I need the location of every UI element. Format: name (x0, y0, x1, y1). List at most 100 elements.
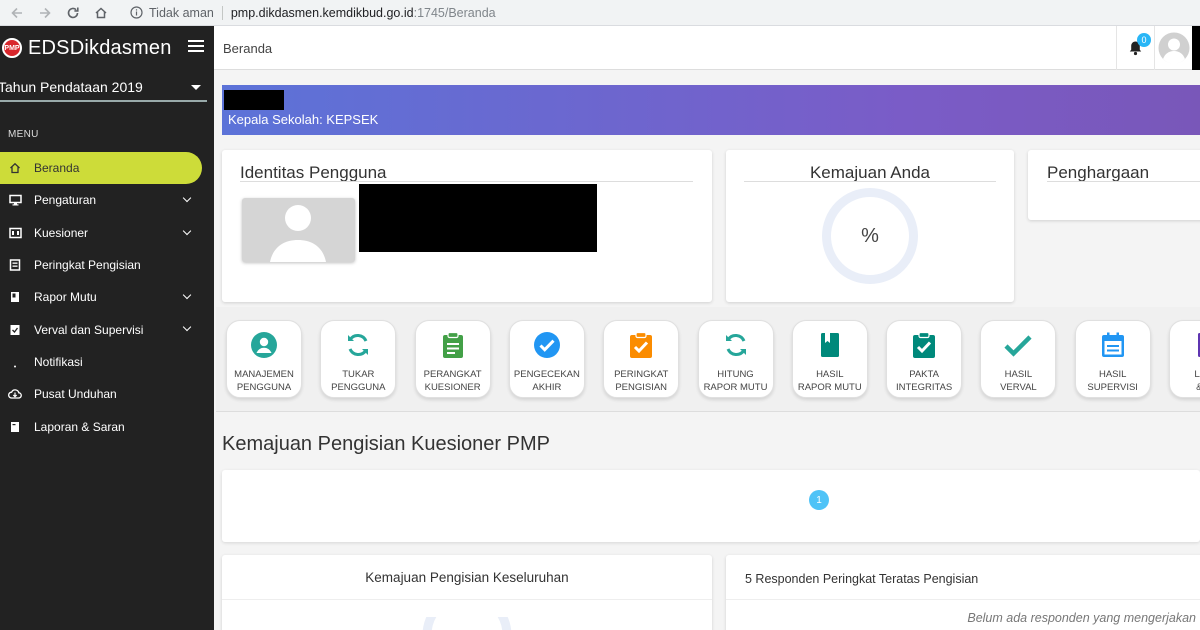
shortcut-label-line2: PENGISIAN (615, 382, 668, 393)
sidebar-item-kuesioner[interactable]: Kuesioner (0, 217, 214, 249)
brand[interactable]: PMP EDSDikdasmen (0, 26, 214, 70)
shortcut-label: MANAJEMEN PENGGUNA (227, 368, 301, 394)
top-respondents-card: 5 Responden Peringkat Teratas Pengisian … (726, 555, 1200, 630)
home-icon (95, 6, 107, 18)
user-role: Kepala Sekolah: KEPSEK (228, 112, 379, 127)
reload-button[interactable] (62, 2, 84, 24)
topbar: Beranda 0 (214, 26, 1200, 70)
shortcut-label-line2: RAPOR MUTU (703, 382, 768, 393)
clipboard-check-icon (909, 330, 939, 360)
sidebar-item-beranda[interactable]: Beranda (0, 152, 202, 185)
shortcut-label-line2: AKHIR (532, 382, 562, 393)
shortcut-hasil-verval[interactable]: HASIL VERVAL (980, 320, 1057, 398)
overall-progress-title: Kemajuan Pengisian Keseluruhan (365, 570, 569, 585)
sidebar-item-laporan-saran[interactable]: Laporan & Saran (0, 410, 214, 442)
section-title: Kemajuan Pengisian Kuesioner PMP (222, 433, 550, 455)
shortcut-hasil-rapor-mutu[interactable]: HASIL RAPOR MUTU (791, 320, 868, 398)
user-menu-button[interactable] (1154, 26, 1192, 70)
shortcut-label-line2: RAPOR MUTU (797, 382, 862, 393)
shortcut-label-line2: VERVAL (1000, 382, 1037, 393)
url-host: pmp.dikdasmen.kemdikbud.go.id (230, 5, 414, 20)
notification-button[interactable]: 0 (1116, 26, 1154, 70)
identity-card: Identitas Pengguna (222, 150, 712, 302)
brand-name: EDSDikdasmen (28, 36, 172, 59)
clipboard-check-icon (626, 330, 656, 360)
shortcut-label-line2: SUPERVISI (1087, 382, 1138, 393)
sidebar-item-notifikasi[interactable]: Notifikasi (0, 346, 214, 378)
awards-divider (1047, 181, 1200, 182)
sidebar-item-rapor-mutu[interactable]: Rapor Mutu (0, 281, 214, 313)
check-circle-icon (532, 330, 562, 360)
sidebar-item-label: Kuesioner (34, 225, 89, 240)
back-button[interactable] (6, 2, 28, 24)
shortcut-peringkat-pengisian[interactable]: PERINGKAT PENGISIAN (603, 320, 680, 398)
ranking-icon (8, 258, 22, 272)
questionnaire-progress-panel: 1 (222, 470, 1200, 542)
top-respondents-divider (726, 599, 1200, 600)
progress-card-title: Kemajuan Anda (809, 163, 931, 182)
user-silhouette-icon (270, 205, 326, 262)
overall-divider (222, 599, 712, 600)
sidebar-item-label: Laporan & Saran (34, 419, 125, 434)
shortcut-pengecekan-akhir[interactable]: PENGECEKAN AKHIR (508, 320, 585, 398)
sidebar-item-pusat-unduhan[interactable]: Pusat Unduhan (0, 378, 214, 410)
progress-ring: % (822, 188, 918, 284)
forward-button[interactable] (34, 2, 56, 24)
shortcut-label: HASIL VERVAL (981, 368, 1055, 394)
sidebar-item-label: Pengaturan (34, 193, 97, 208)
shortcut-label: HASIL RAPOR MUTU (793, 368, 867, 394)
shortcut-label-line1: TUKAR (342, 369, 375, 380)
verify-icon (8, 323, 22, 337)
shortcut-label-line1: HASIL (1004, 369, 1033, 380)
identity-divider (240, 181, 693, 182)
sync-icon (721, 330, 751, 360)
shortcut-label-line1: LAPO (1194, 369, 1200, 380)
shortcut-label-line2: PENGGUNA (331, 382, 386, 393)
arrow-left-icon (11, 7, 22, 18)
shortcut-tukar-pengguna[interactable]: TUKAR PENGGUNA (320, 320, 397, 398)
breadcrumb[interactable]: Beranda (223, 41, 272, 56)
sidebar-item-pengaturan[interactable]: Pengaturan (0, 184, 214, 216)
home-button[interactable] (90, 2, 112, 24)
shortcut-label-line1: MANAJEMEN (234, 369, 294, 380)
welcome-banner: Kepala Sekolah: KEPSEK (222, 85, 1200, 135)
caret-down-icon (191, 85, 201, 90)
year-select[interactable]: Tahun Pendataan 2019 (0, 74, 207, 102)
sidebar-item-label: Pusat Unduhan (34, 387, 117, 402)
step-indicator[interactable]: 1 (809, 490, 829, 510)
sidebar: PMP EDSDikdasmen Tahun Pendataan 2019 ME… (0, 26, 214, 630)
shortcut-label: PERANGKAT KUESIONER (416, 368, 490, 394)
shortcut-hasil-supervisi[interactable]: HASIL SUPERVISI (1074, 320, 1151, 398)
shortcut-label-line2: INTEGRITAS (895, 382, 953, 393)
shortcut-pakta-integritas[interactable]: PAKTA INTEGRITAS (886, 320, 963, 398)
shortcut-label: PERINGKAT PENGISIAN (604, 368, 678, 394)
empty-respondents-note: Belum ada responden yang mengerjakan (967, 611, 1196, 625)
sync-icon (343, 330, 373, 360)
book-icon (8, 290, 22, 304)
identity-card-title: Identitas Pengguna (240, 163, 387, 182)
shortcut-label-line2: PENGGUNA (236, 382, 292, 393)
sidebar-item-peringkat-pengisian[interactable]: Peringkat Pengisian (0, 249, 214, 281)
sidebar-item-label: Notifikasi (34, 354, 83, 369)
sidebar-item-label: Rapor Mutu (34, 290, 97, 305)
shortcut-laporan-saran[interactable]: LAPO& SA (1169, 320, 1200, 398)
shortcut-label-line2: KUESIONER (424, 382, 481, 393)
shortcut-perangkat-kuesioner[interactable]: PERANGKAT KUESIONER (414, 320, 491, 398)
reload-icon (67, 7, 79, 18)
sidebar-item-verval-dan-supervisi[interactable]: Verval dan Supervisi (0, 313, 214, 345)
profile-photo[interactable] (242, 198, 355, 262)
shortcut-hitung-rapor-mutu[interactable]: HITUNG RAPOR MUTU (697, 320, 774, 398)
shortcut-manajemen-pengguna[interactable]: MANAJEMEN PENGGUNA (226, 320, 302, 398)
arrow-right-icon (40, 7, 51, 18)
shortcut-label-line2: & SA (1170, 381, 1200, 394)
awards-card-title: Penghargaan (1047, 163, 1150, 182)
chevron-down-icon (182, 323, 192, 332)
shortcut-label-line1: HITUNG (717, 369, 754, 380)
hamburger-menu-icon[interactable] (188, 40, 204, 55)
shortcut-label-line1: PERINGKAT (614, 369, 669, 380)
checkmark-icon (1003, 330, 1033, 360)
info-icon (130, 6, 143, 19)
address-bar[interactable]: Tidak aman pmp.dikdasmen.kemdikbud.go.id… (130, 3, 496, 23)
bell-icon (8, 355, 22, 369)
sidebar-menu: Beranda Pengaturan Kuesioner Peringkat Peng… (0, 152, 214, 443)
